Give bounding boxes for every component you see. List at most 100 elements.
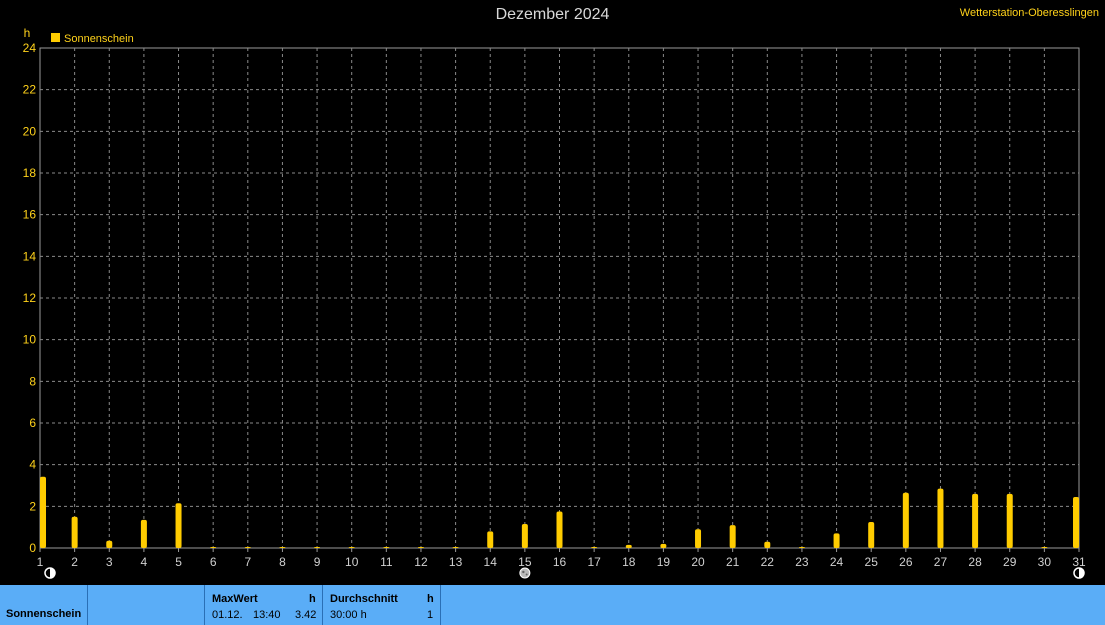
bar-sonnenschein [210, 546, 217, 548]
bar-sonnenschein [279, 546, 286, 548]
x-tick-label: 30 [1038, 555, 1052, 569]
x-tick-label: 9 [314, 555, 321, 569]
bar-sonnenschein [798, 546, 805, 548]
bar-sonnenschein [417, 546, 424, 548]
bar-sonnenschein [833, 533, 840, 548]
x-tick-label: 23 [795, 555, 809, 569]
bar-sonnenschein [625, 544, 632, 548]
bar-sonnenschein [71, 516, 78, 548]
durchschnitt-unit: h [427, 593, 434, 605]
x-tick-label: 25 [865, 555, 879, 569]
bar-sonnenschein [1041, 546, 1048, 548]
bar-sonnenschein [314, 546, 321, 548]
durchschnitt-count: 1 [427, 609, 434, 621]
x-tick-label: 21 [726, 555, 740, 569]
bar-sonnenschein [521, 524, 528, 548]
x-tick-label: 3 [106, 555, 113, 569]
maxwert-title: MaxWert [212, 593, 258, 605]
bar-sonnenschein [764, 541, 771, 548]
x-tick-label: 7 [244, 555, 251, 569]
x-tick-label: 28 [968, 555, 982, 569]
full-moon-icon-crater [522, 570, 525, 574]
station-label: Wetterstation-Oberesslingen [959, 7, 1099, 19]
durchschnitt-title: Durchschnitt [330, 593, 398, 605]
y-tick-label: 14 [23, 249, 37, 263]
maxwert-unit: h [309, 593, 316, 605]
legend-swatch [51, 33, 60, 42]
full-moon-icon-crater [525, 573, 528, 576]
y-tick-label: 12 [23, 291, 37, 305]
x-tick-label: 26 [899, 555, 913, 569]
y-tick-label: 20 [23, 124, 37, 138]
maxwert-time: 13:40 [253, 609, 281, 621]
durchschnitt-cell: Durchschnitt h 30:00 h 1 [323, 585, 441, 625]
bar-sonnenschein [244, 546, 251, 548]
bar-sonnenschein [348, 546, 355, 548]
y-tick-label: 22 [23, 83, 37, 97]
footer-empty-cell [88, 585, 205, 625]
y-tick-label: 6 [29, 416, 36, 430]
sunshine-chart: 024681012141618202224h1 2 3 4 5 6 7 8 9 10 11 12 13 1… [23, 26, 1086, 579]
legend-label: Sonnenschein [64, 33, 134, 45]
x-tick-label: 4 [141, 555, 148, 569]
new-moon-icon [1073, 567, 1085, 579]
x-tick-label: 24 [830, 555, 844, 569]
bar-sonnenschein [383, 546, 390, 548]
y-tick-label: 10 [23, 333, 37, 347]
x-tick-label: 13 [449, 555, 463, 569]
x-tick-label: 2 [71, 555, 78, 569]
bar-sonnenschein [729, 525, 736, 548]
bar-sonnenschein [452, 546, 459, 548]
x-tick-label: 16 [553, 555, 567, 569]
y-axis-label: h [24, 26, 31, 40]
footer-row-label-cell: Sonnenschein [0, 585, 88, 625]
statistics-footer: Sonnenschein MaxWert h 01.12. 13:40 3.42… [0, 585, 1105, 625]
x-tick-label: 11 [380, 555, 393, 569]
bar-sonnenschein [902, 492, 909, 548]
x-tick-label: 17 [587, 555, 601, 569]
bar-sonnenschein [695, 529, 702, 548]
footer-row-label: Sonnenschein [6, 608, 82, 620]
bar-sonnenschein [1006, 493, 1013, 548]
maxwert-date: 01.12. [212, 609, 243, 621]
x-tick-label: 27 [934, 555, 948, 569]
bar-sonnenschein [140, 519, 147, 548]
y-tick-label: 24 [23, 41, 37, 55]
x-tick-label: 20 [691, 555, 705, 569]
full-moon-icon [519, 567, 531, 579]
y-tick-label: 2 [29, 499, 36, 513]
x-tick-label: 5 [175, 555, 182, 569]
maxwert-cell: MaxWert h 01.12. 13:40 3.42 [205, 585, 323, 625]
new-moon-icon [44, 567, 56, 579]
maxwert-value: 3.42 [295, 609, 317, 621]
bar-sonnenschein [175, 503, 182, 548]
bar-sonnenschein [868, 521, 875, 548]
bar-sonnenschein [487, 531, 494, 548]
bar-sonnenschein [40, 476, 46, 548]
x-tick-label: 14 [484, 555, 498, 569]
y-tick-label: 0 [29, 541, 36, 555]
x-tick-label: 15 [518, 555, 532, 569]
y-tick-label: 8 [29, 374, 36, 388]
y-tick-label: 18 [23, 166, 37, 180]
bar-sonnenschein [591, 546, 598, 548]
bar-sonnenschein [1073, 496, 1079, 548]
x-tick-label: 6 [210, 555, 217, 569]
x-tick-label: 18 [622, 555, 636, 569]
bar-sonnenschein [106, 540, 113, 548]
y-tick-label: 16 [23, 208, 37, 222]
bar-sonnenschein [937, 488, 944, 548]
bar-sonnenschein [660, 543, 667, 548]
bar-sonnenschein [972, 493, 979, 548]
x-tick-label: 10 [345, 555, 359, 569]
x-tick-label: 12 [414, 555, 428, 569]
bar-sonnenschein [556, 511, 563, 548]
x-tick-label: 22 [761, 555, 775, 569]
durchschnitt-value: 30:00 h [330, 609, 367, 621]
x-tick-label: 8 [279, 555, 286, 569]
x-tick-label: 1 [37, 555, 44, 569]
x-tick-label: 29 [1003, 555, 1017, 569]
chart-title: Dezember 2024 [495, 6, 610, 23]
full-moon-icon-disc [519, 567, 531, 579]
y-tick-label: 4 [29, 458, 36, 472]
